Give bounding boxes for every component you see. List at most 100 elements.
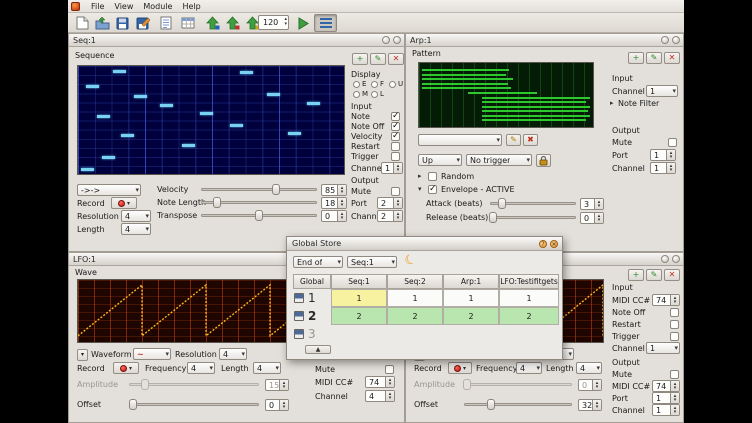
seq-transpose-spinner[interactable]: 0▴▾ (321, 210, 347, 222)
lfo-length-combo[interactable]: 4 (253, 362, 281, 374)
store-column-header[interactable]: Global (293, 274, 331, 289)
lfo-offset-spinner[interactable]: 0▴▾ (265, 399, 289, 411)
slider-handle[interactable] (129, 399, 137, 410)
spinner-arrows-icon[interactable]: ▴▾ (594, 199, 603, 209)
store-cell[interactable]: 1 (443, 289, 499, 307)
store-cell[interactable]: 1 (387, 289, 443, 307)
arp-attack-spinner[interactable]: 3▴▾ (580, 198, 604, 210)
spinner-arrows-icon[interactable]: ▴▾ (393, 198, 402, 208)
lfo2-input-trigger-checkbox[interactable] (670, 332, 679, 341)
lfo2-length-combo[interactable]: 4 (576, 362, 602, 374)
arp-release-slider[interactable] (490, 212, 576, 223)
store-row-button[interactable] (294, 311, 304, 321)
lfo-output-channel-spinner[interactable]: 4▴▾ (365, 390, 395, 402)
tempo-spinner[interactable]: 120 ▴▾ (258, 15, 289, 30)
spinner-arrows-icon[interactable]: ▴▾ (393, 163, 402, 173)
spinner-arrows-icon[interactable]: ▴▾ (670, 295, 679, 305)
arp-note-filter-label[interactable]: Note Filter (618, 99, 659, 109)
spinner-arrows-icon[interactable]: ▴▾ (279, 400, 288, 410)
spinner-arrows-icon[interactable]: ▴▾ (666, 150, 675, 160)
arp-clone-button[interactable]: + (628, 52, 644, 64)
display-option-e[interactable]: E (353, 80, 366, 88)
seq-input-restart-checkbox[interactable] (391, 142, 400, 151)
lfo-waveform-combo[interactable]: ~ (133, 348, 171, 360)
seq-length-combo[interactable]: 4 (121, 223, 151, 235)
slider-handle[interactable] (213, 197, 221, 208)
spinner-arrows-icon[interactable]: ▴▾ (337, 198, 346, 208)
seq-velocity-slider[interactable] (201, 184, 317, 195)
seq-output-port-spinner[interactable]: 2▴▾ (377, 197, 403, 209)
seq-delete-button[interactable]: ✕ (388, 53, 404, 65)
display-option-u[interactable]: U (389, 80, 403, 88)
lfo2-input-noteoff-checkbox[interactable] (670, 308, 679, 317)
lfo-resolution-combo[interactable]: 4 (219, 348, 247, 360)
store-row-button[interactable] (294, 329, 304, 339)
display-option-m[interactable]: M (353, 90, 368, 98)
seq-record-button[interactable]: ▾ (111, 197, 137, 209)
store-cell[interactable]: 1 (331, 289, 387, 307)
spinner-arrows-icon[interactable]: ▴▾ (670, 405, 679, 415)
store-column-header[interactable]: Seq:2 (387, 274, 443, 289)
collapse-arrow-icon[interactable]: ▾ (418, 185, 422, 194)
store-cell[interactable]: 2 (387, 307, 443, 325)
lfo-frequency-combo[interactable]: 4 (187, 362, 215, 374)
spinner-arrows-icon[interactable]: ▴▾ (393, 211, 402, 221)
display-option-l[interactable]: L (371, 90, 384, 98)
save-button[interactable] (113, 14, 132, 32)
store-column-header[interactable]: Arp:1 (443, 274, 499, 289)
store-switch-combo[interactable]: End of (293, 256, 343, 268)
seq-input-note-checkbox[interactable] (391, 112, 400, 121)
spinner-arrows-icon[interactable]: ▴▾ (337, 185, 346, 195)
lfo2-record-button[interactable]: ▾ (448, 362, 472, 374)
arp-panel-titlebar[interactable]: Arp:1 (406, 34, 683, 47)
midi-settings-toggle[interactable] (314, 14, 337, 32)
lfo2-offset-slider[interactable] (464, 399, 572, 410)
seq-input-noteoff-checkbox[interactable] (391, 122, 400, 131)
new-file-button[interactable] (73, 14, 92, 32)
arp-input-channel-combo[interactable]: 1 (646, 85, 678, 97)
arp-pattern-delete-button[interactable]: ✖ (523, 134, 538, 146)
seq-transpose-slider[interactable] (201, 210, 317, 221)
arp-trigger-mode-combo[interactable]: No trigger (466, 154, 532, 166)
arp-latch-button[interactable] (536, 154, 551, 167)
seq-input-channel-spinner[interactable]: 1▴▾ (381, 162, 403, 174)
store-column-header[interactable]: Seq:1 (331, 274, 387, 289)
float-icon[interactable] (661, 255, 669, 263)
lfo-offset-slider[interactable] (129, 399, 259, 410)
close-icon[interactable] (672, 255, 680, 263)
lfo2-input-cc-spinner[interactable]: 74▴▾ (652, 294, 680, 306)
seq-input-trigger-checkbox[interactable] (391, 152, 400, 161)
add-lfo-button[interactable] (223, 14, 242, 32)
slider-handle[interactable] (255, 210, 263, 221)
store-cell[interactable]: 1 (499, 289, 559, 307)
arp-random-checkbox[interactable] (428, 172, 437, 181)
arp-delete-button[interactable]: ✕ (664, 52, 680, 64)
lfo-record-button[interactable]: ▾ (113, 362, 139, 374)
close-icon[interactable] (393, 36, 401, 44)
spinner-arrows-icon[interactable]: ▴▾ (670, 393, 679, 403)
lfo2-rename-button[interactable]: ✎ (646, 269, 662, 281)
global-store-titlebar[interactable]: Global Store ? ✕ (287, 237, 562, 251)
save-as-button[interactable] (133, 14, 152, 32)
play-button[interactable] (293, 14, 312, 32)
menu-help[interactable]: Help (177, 1, 205, 12)
seq-rename-button[interactable]: ✎ (370, 53, 386, 65)
lfo2-clone-button[interactable]: + (628, 269, 644, 281)
seq-notelength-slider[interactable] (201, 197, 317, 208)
lfo-flip-button[interactable]: ▾ (77, 349, 88, 361)
arp-rename-button[interactable]: ✎ (646, 52, 662, 64)
grid-button[interactable] (178, 14, 197, 32)
seq-output-channel-spinner[interactable]: 2▴▾ (377, 210, 403, 222)
seq-loop-mode-combo[interactable]: ->-> (77, 184, 141, 196)
lfo2-output-mute-checkbox[interactable] (670, 370, 679, 379)
store-row-button[interactable] (294, 293, 304, 303)
close-icon[interactable] (672, 36, 680, 44)
event-log-button[interactable] (156, 14, 175, 32)
lfo2-input-restart-checkbox[interactable] (670, 320, 679, 329)
spinner-arrows-icon[interactable]: ▴▾ (337, 211, 346, 221)
seq-output-mute-checkbox[interactable] (391, 187, 400, 196)
arp-output-channel-spinner[interactable]: 1▴▾ (650, 162, 676, 174)
slider-handle[interactable] (487, 399, 495, 410)
seq-panel-titlebar[interactable]: Seq:1 (69, 34, 404, 47)
seq-velocity-spinner[interactable]: 85▴▾ (321, 184, 347, 196)
